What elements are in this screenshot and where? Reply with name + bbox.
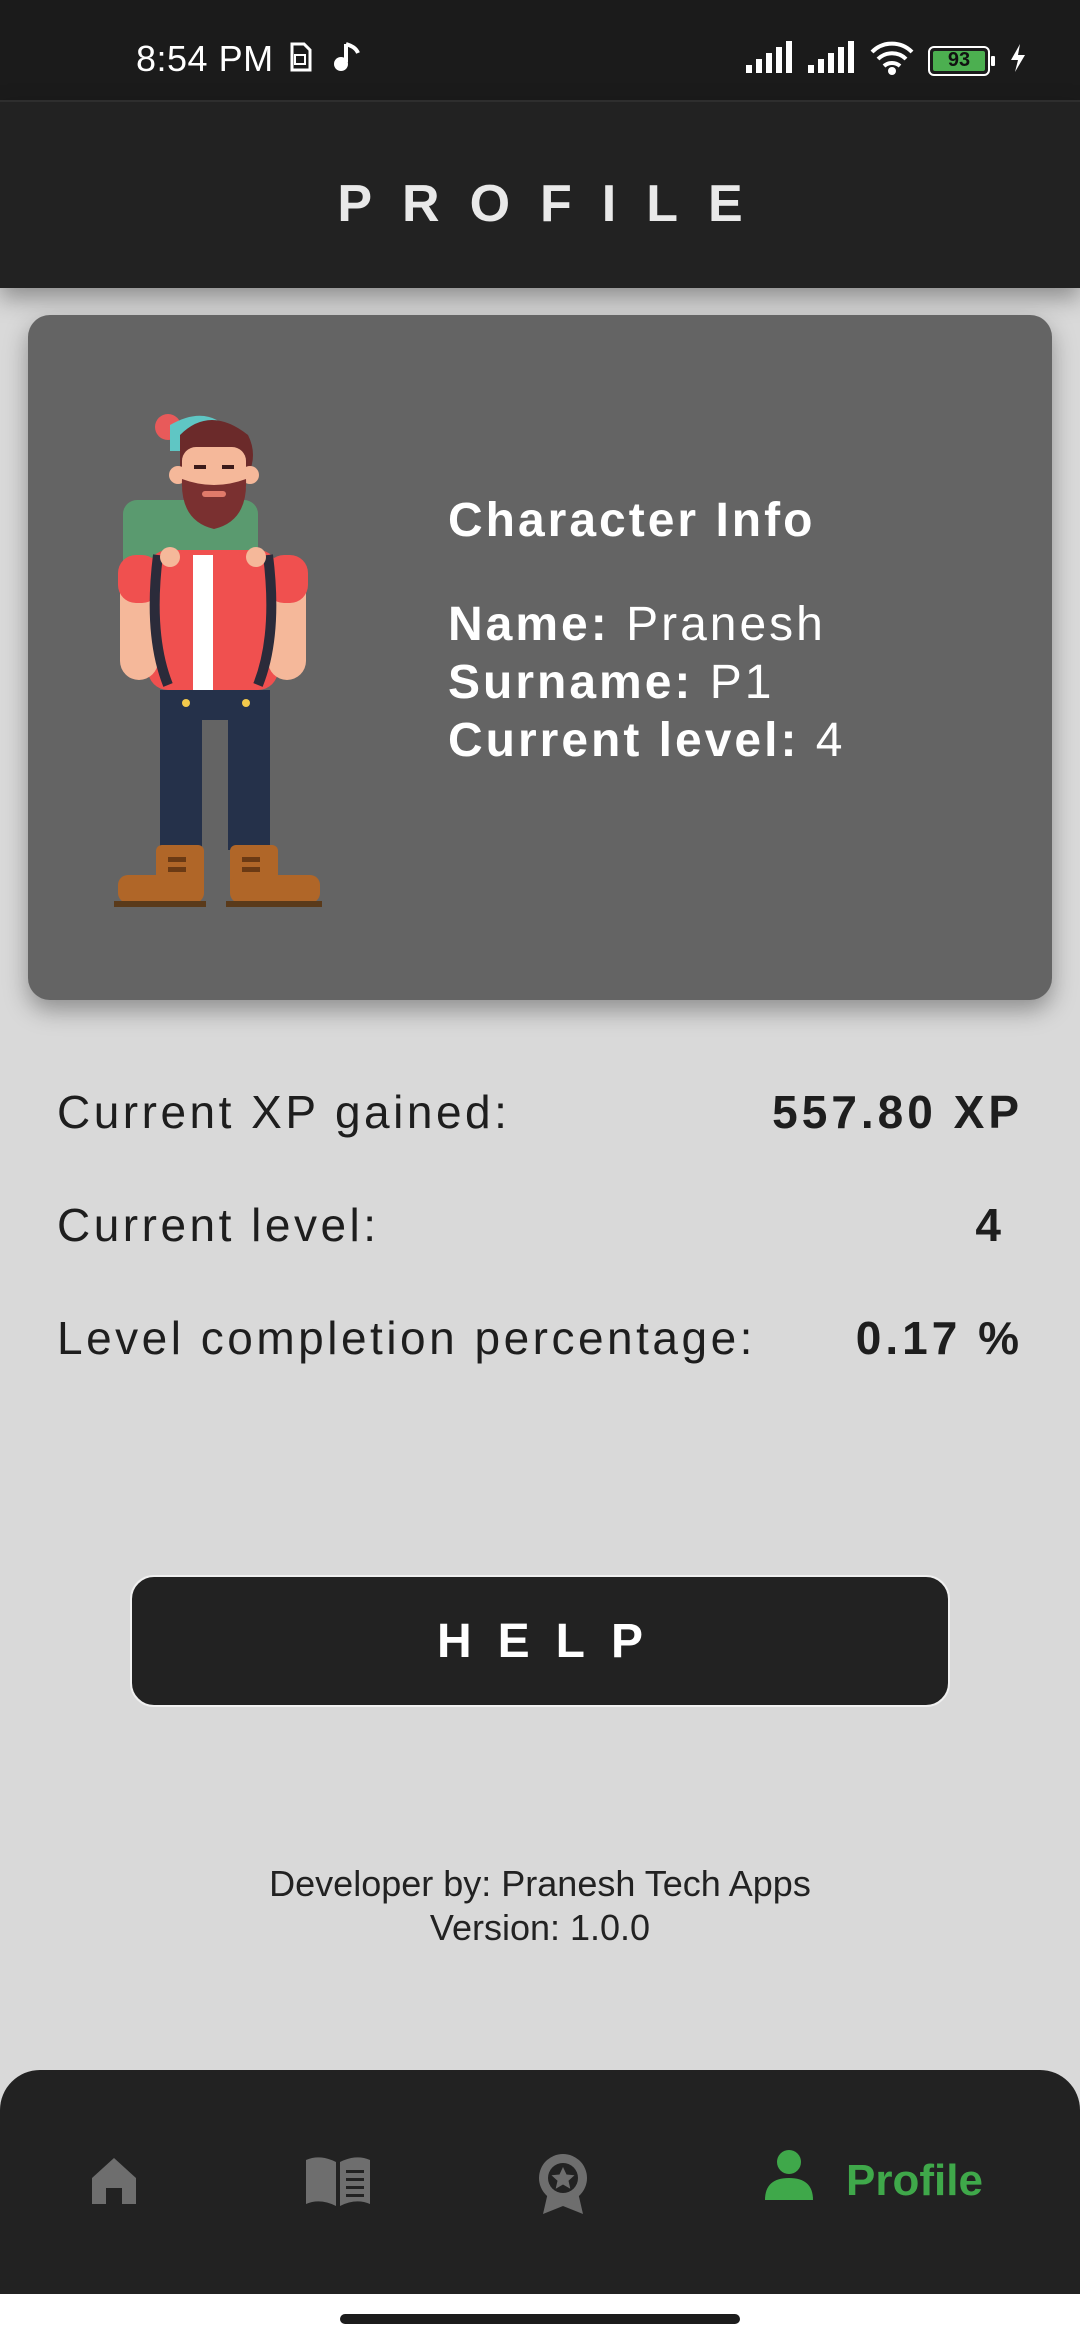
sim-icon [286,40,314,79]
page-title: PROFILE [337,175,773,233]
completion-label: Level completion percentage: [57,1312,756,1364]
status-time: 8:54 PM [136,38,274,79]
character-name-line: Name: Pranesh [448,596,845,654]
award-icon[interactable] [535,2152,591,2221]
app-version: Version: 1.0.0 [429,1907,651,1948]
current-level-value: 4 [975,1199,1005,1251]
signal-icon [806,41,856,80]
app-header: PROFILE [0,100,1080,288]
home-icon[interactable] [86,2152,142,2213]
level-label: Current level: [448,714,800,767]
home-gesture-bar[interactable] [340,2314,740,2324]
wifi-icon [868,40,916,81]
level-value: 4 [815,714,846,767]
surname-label: Surname: [448,656,694,709]
current-level-label: Current level: [57,1199,380,1251]
signal-icon [744,41,794,80]
status-bar: 8:54 PM 93 [0,0,1080,100]
completion-value: 0.17 % [855,1312,1023,1364]
book-icon[interactable] [302,2152,374,2213]
character-level-line: Current level: 4 [448,712,845,770]
character-card: Character Info Name: Pranesh Surname: P1… [28,315,1052,1000]
name-label: Name: [448,598,610,651]
surname-value: P1 [709,656,775,709]
person-icon [762,2148,816,2213]
music-note-icon [332,40,362,79]
developer-credit: Developer by: Pranesh Tech Apps [269,1863,811,1904]
nav-profile[interactable]: Profile [762,2148,983,2213]
help-button[interactable]: HELP [130,1575,950,1707]
character-info-title: Character Info [448,494,816,547]
gesture-area [0,2294,1080,2340]
xp-stat-row: Current XP gained: 557.80 XP [57,1085,1023,1145]
xp-value: 557.80 XP [772,1086,1023,1138]
nav-profile-label: Profile [846,2155,983,2205]
level-stat-row: Current level: 4 [57,1198,1023,1258]
character-avatar [114,414,322,907]
character-info: Character Info Name: Pranesh Surname: P1… [448,493,845,770]
bottom-nav: Profile [0,2070,1080,2294]
xp-label: Current XP gained: [57,1086,511,1138]
app-footer: Developer by: Pranesh Tech Apps Version:… [0,1862,1080,1950]
battery-level: 93 [947,48,971,71]
battery-icon: 93 [928,45,996,76]
character-surname-line: Surname: P1 [448,654,845,712]
completion-stat-row: Level completion percentage: 0.17 % [57,1311,1023,1371]
name-value: Pranesh [626,598,826,651]
charging-icon [1008,42,1028,79]
